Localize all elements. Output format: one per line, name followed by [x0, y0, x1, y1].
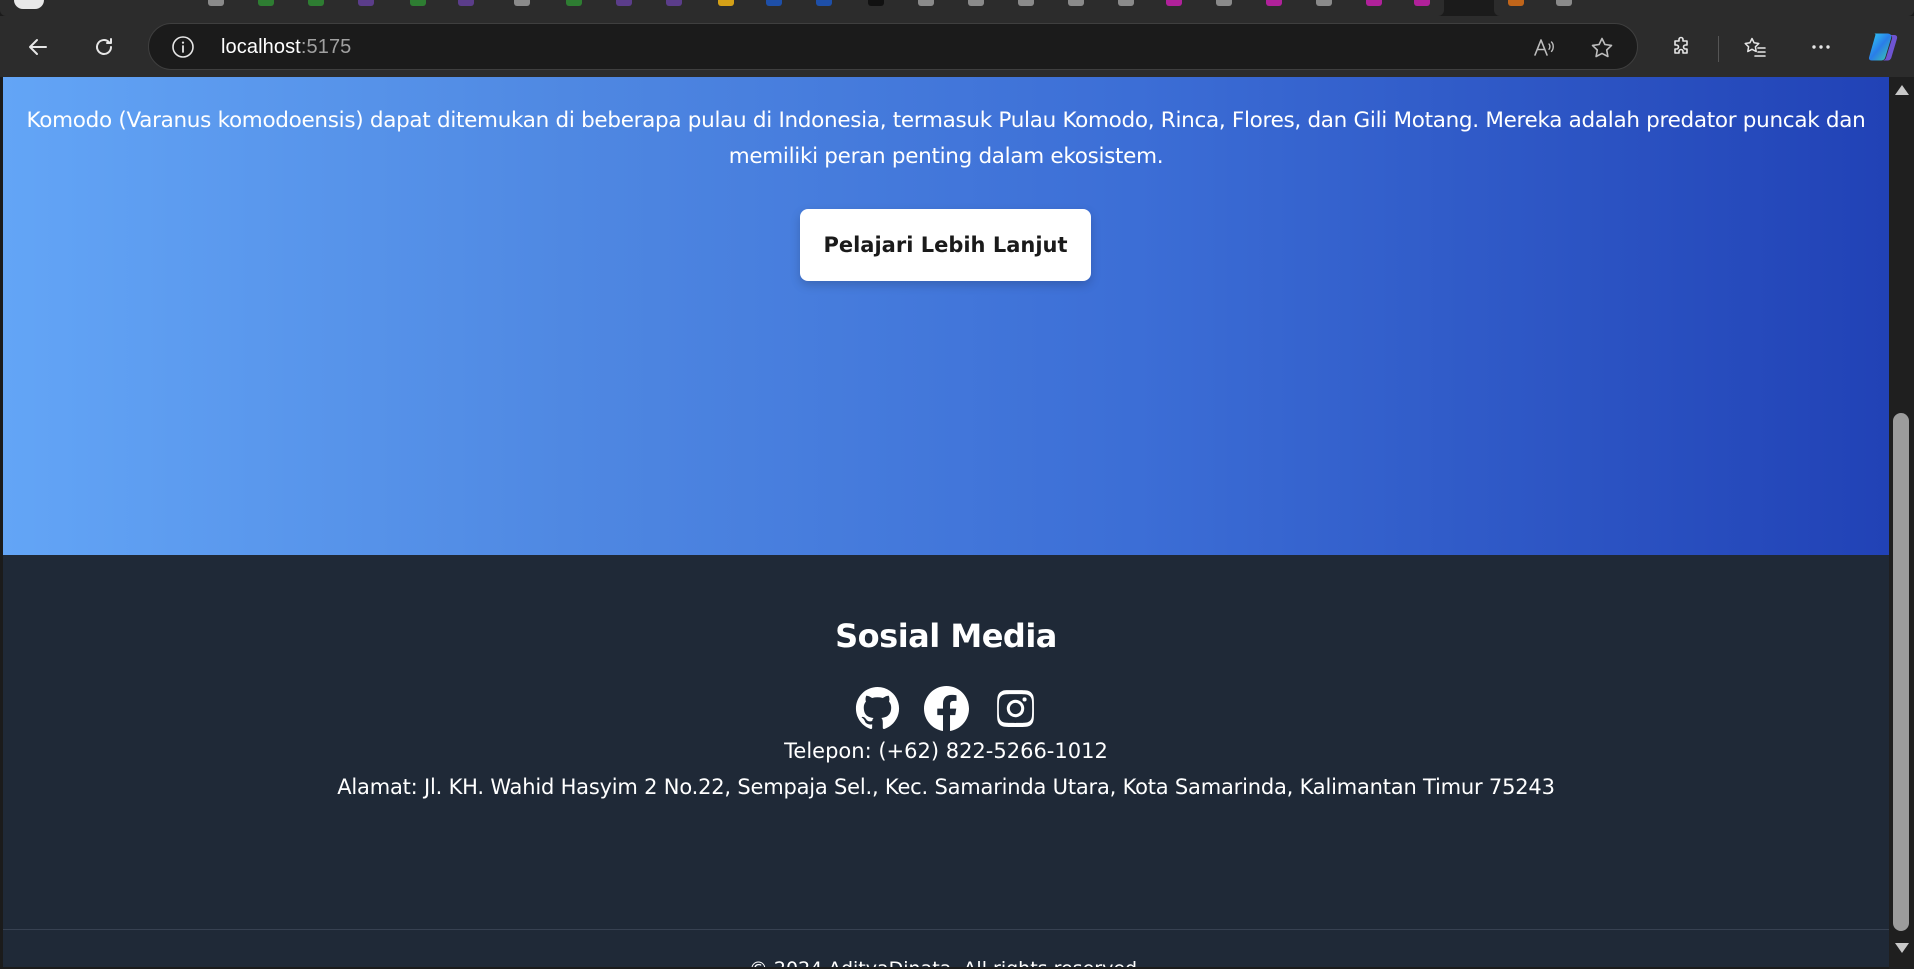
tab-favicon-icon	[258, 0, 274, 6]
tab-favicon-icon	[1508, 0, 1524, 6]
footer: Sosial Media Telepon: (+62) 822-5266-101…	[3, 555, 1889, 967]
tab-favicon-icon	[1266, 0, 1282, 6]
hero-description: Komodo (Varanus komodoensis) dapat ditem…	[26, 108, 1866, 169]
tab-favicon-icon	[1118, 0, 1134, 6]
scroll-up-arrow-icon[interactable]	[1895, 85, 1909, 95]
tab-favicon-icon	[1068, 0, 1084, 6]
tab-favicon-icon	[1316, 0, 1332, 6]
tab-favicon-icon	[816, 0, 832, 6]
page-scrollbar[interactable]	[1889, 77, 1914, 969]
browser-toolbar: localhost:5175	[0, 16, 1914, 77]
ellipsis-icon	[1812, 45, 1830, 49]
facebook-link[interactable]	[923, 686, 969, 731]
tab-favicon-icon	[410, 0, 426, 6]
copilot-icon	[1868, 33, 1898, 61]
instagram-link[interactable]	[993, 686, 1038, 731]
tab-favicon-icon	[1018, 0, 1034, 6]
page-viewport: Komodo (Varanus komodoensis) dapat ditem…	[3, 77, 1889, 967]
copyright-text: © 2024 AdityaDinata. All rights reserved…	[3, 958, 1889, 967]
tab-favicon-icon	[666, 0, 682, 6]
browser-tab-strip	[0, 0, 1914, 16]
puzzle-icon	[1674, 36, 1688, 54]
copilot-button[interactable]	[1864, 28, 1902, 66]
tab-favicon-icon	[718, 0, 734, 6]
tab-favicon-icon	[458, 0, 474, 6]
github-link[interactable]	[855, 686, 900, 731]
contact-phone: Telepon: (+62) 822-5266-1012	[784, 739, 1108, 763]
tab-favicon-icon	[14, 0, 44, 9]
facebook-icon	[923, 686, 969, 731]
instagram-icon	[996, 690, 1034, 728]
url-text[interactable]: localhost:5175	[221, 36, 351, 59]
star-favorite-icon[interactable]	[1589, 35, 1615, 61]
arrow-left-icon	[29, 39, 47, 55]
info-icon[interactable]	[171, 35, 195, 59]
learn-more-button[interactable]: Pelajari Lebih Lanjut	[800, 209, 1091, 281]
scroll-down-arrow-icon[interactable]	[1895, 943, 1909, 953]
favorites-list-icon	[1744, 37, 1766, 57]
tab-favicon-icon	[1366, 0, 1382, 6]
tab-favicon-icon	[1216, 0, 1232, 6]
more-options-button[interactable]	[1802, 28, 1840, 66]
url-port: :5175	[300, 36, 352, 58]
social-icons-row	[3, 686, 1889, 731]
tab-favicon-icon	[918, 0, 934, 6]
tab-favicon-icon	[308, 0, 324, 6]
read-aloud-icon[interactable]	[1531, 35, 1557, 61]
refresh-button[interactable]	[85, 28, 123, 66]
tab-favicon-icon	[1166, 0, 1182, 6]
social-media-heading: Sosial Media	[835, 617, 1057, 655]
address-bar[interactable]: localhost:5175	[148, 23, 1638, 70]
favorites-button[interactable]	[1736, 28, 1774, 66]
tab-favicon-icon	[868, 0, 884, 6]
scroll-thumb[interactable]	[1893, 413, 1909, 931]
tab-favicon-icon	[968, 0, 984, 6]
tab-favicon-icon	[566, 0, 582, 6]
tab-favicon-icon	[766, 0, 782, 6]
tab-favicon-icon	[1414, 0, 1430, 6]
tab-favicon-icon	[208, 0, 224, 6]
tab-favicon-icon	[514, 0, 530, 6]
url-host: localhost	[221, 36, 301, 58]
tab-favicon-icon	[1556, 0, 1572, 6]
back-button[interactable]	[19, 28, 57, 66]
extensions-button[interactable]	[1663, 28, 1701, 66]
toolbar-divider	[1718, 36, 1719, 62]
contact-address: Alamat: Jl. KH. Wahid Hasyim 2 No.22, Se…	[337, 775, 1555, 799]
hero-section: Komodo (Varanus komodoensis) dapat ditem…	[3, 77, 1889, 555]
tab-favicon-icon	[616, 0, 632, 6]
footer-divider	[3, 929, 1889, 930]
github-icon	[855, 686, 899, 729]
tab-favicon-icon	[358, 0, 374, 6]
refresh-icon	[96, 38, 112, 55]
